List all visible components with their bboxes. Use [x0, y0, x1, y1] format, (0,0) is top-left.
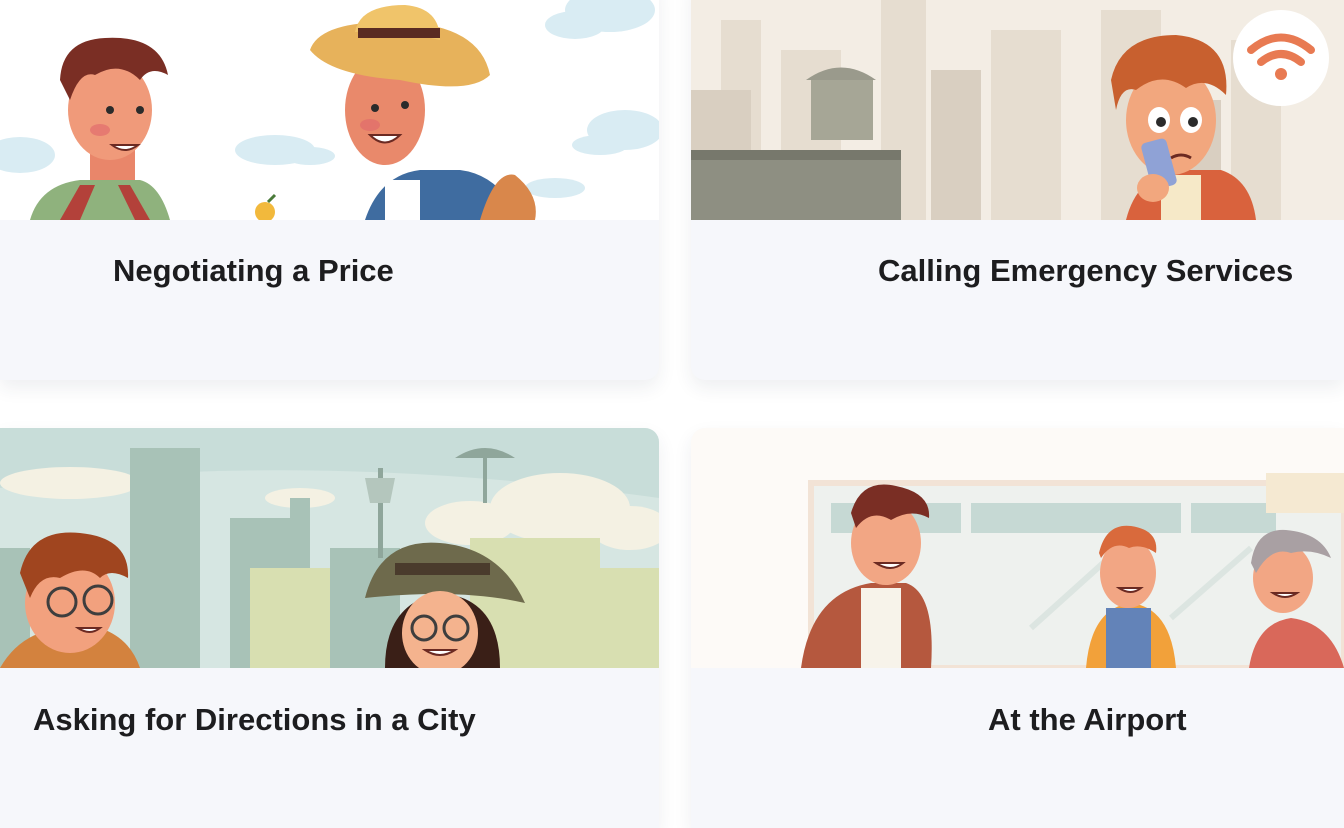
card-asking-for-directions[interactable]: Asking for Directions in a City	[0, 428, 659, 828]
card-title: Asking for Directions in a City	[33, 702, 476, 737]
card-illustration-city-phone-call	[691, 0, 1344, 220]
card-title: Calling Emergency Services	[878, 253, 1294, 288]
card-title: At the Airport	[988, 702, 1187, 737]
card-at-the-airport[interactable]: At the Airport	[691, 428, 1344, 828]
card-illustration-city-tourists	[0, 428, 659, 668]
card-negotiating-a-price[interactable]: Negotiating a Price	[0, 0, 659, 380]
card-illustration-airport-travelers	[691, 428, 1344, 668]
card-calling-emergency-services[interactable]: Calling Emergency Services	[691, 0, 1344, 380]
card-title: Negotiating a Price	[113, 253, 394, 288]
card-illustration-market-travelers	[0, 0, 659, 220]
lesson-card-grid: Negotiating a Price Calling Emergency Se…	[0, 0, 1344, 828]
